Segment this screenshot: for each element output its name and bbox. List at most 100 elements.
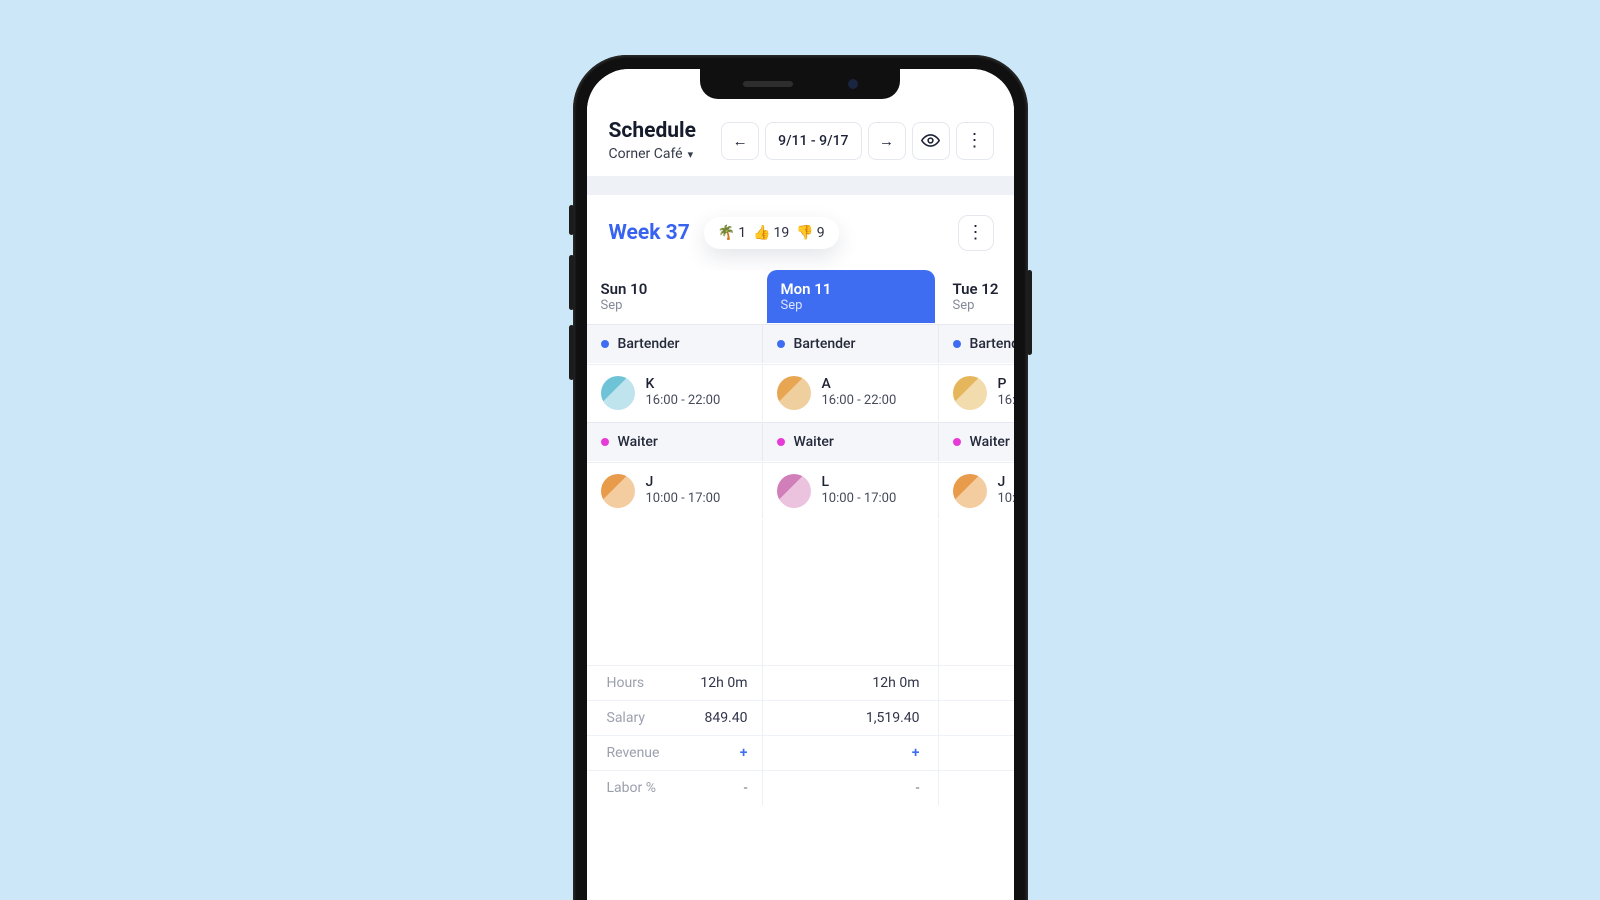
shift-cell[interactable]: J10:0 bbox=[939, 462, 1014, 519]
employee-initial: J bbox=[646, 474, 721, 491]
role-label: Waiter bbox=[794, 434, 834, 450]
days-header: Sun 10 Sep Mon 11 Sep Tue 12 Sep bbox=[587, 269, 1014, 323]
divider-strip bbox=[587, 177, 1014, 195]
day-tab-tue[interactable]: Tue 12 Sep bbox=[939, 270, 1014, 323]
role-dot-icon bbox=[777, 340, 785, 348]
avatar bbox=[777, 474, 811, 508]
week-more-button[interactable] bbox=[958, 215, 994, 251]
approved-count: 19 bbox=[774, 225, 790, 241]
role-cell: Waiter bbox=[587, 422, 763, 461]
next-week-button[interactable]: → bbox=[868, 122, 906, 160]
employee-initial: P bbox=[998, 376, 1014, 393]
palm-icon: 🌴 bbox=[718, 225, 735, 241]
shift-time: 10:0 bbox=[998, 491, 1014, 508]
day-tab-mon[interactable]: Mon 11 Sep bbox=[767, 270, 935, 323]
summary-value bbox=[939, 770, 1014, 805]
add-revenue-button[interactable]: + bbox=[763, 735, 939, 770]
shift-cell[interactable]: K16:00 - 22:00 bbox=[587, 364, 763, 421]
day-sub: Sep bbox=[781, 298, 921, 313]
role-label: Bartend bbox=[970, 336, 1014, 352]
date-range-label: 9/11 - 9/17 bbox=[778, 133, 848, 149]
role-row-waiter: Waiter Waiter Waiter bbox=[587, 421, 1014, 461]
title-block: Schedule Corner Café ▾ bbox=[609, 119, 696, 162]
header-actions: ← 9/11 - 9/17 → bbox=[721, 122, 993, 160]
role-cell: Waiter bbox=[763, 422, 939, 461]
role-row-bartender: Bartender Bartender Bartend bbox=[587, 323, 1014, 363]
summary-salary-row: Salary 849.40 1,519.40 bbox=[587, 700, 1014, 735]
role-label: Waiter bbox=[970, 434, 1010, 450]
day-sub: Sep bbox=[953, 298, 1014, 313]
location-name: Corner Café bbox=[609, 146, 683, 162]
avatar bbox=[953, 376, 987, 410]
summary-hours-row: Hours 12h 0m 12h 0m bbox=[587, 665, 1014, 700]
day-main: Sun 10 bbox=[601, 280, 749, 298]
prev-week-button[interactable]: ← bbox=[721, 122, 759, 160]
vacation-count: 1 bbox=[738, 225, 746, 241]
shift-time: 10:00 - 17:00 bbox=[646, 491, 721, 508]
summary-label: Revenue bbox=[587, 735, 682, 770]
role-dot-icon bbox=[601, 438, 609, 446]
summary-value: 12h 0m bbox=[682, 665, 763, 700]
role-dot-icon bbox=[601, 340, 609, 348]
shift-time: 16:0 bbox=[998, 393, 1014, 410]
summary-label: Hours bbox=[587, 665, 682, 700]
header-more-button[interactable] bbox=[956, 122, 994, 160]
role-dot-icon bbox=[953, 438, 961, 446]
week-row: Week 37 🌴1 👍19 👎9 bbox=[587, 195, 1014, 269]
week-label: Week 37 bbox=[609, 221, 690, 245]
employee-initial: L bbox=[822, 474, 897, 491]
shift-time: 10:00 - 17:00 bbox=[822, 491, 897, 508]
role-cell: Waiter bbox=[939, 422, 1014, 461]
week-stats-chip[interactable]: 🌴1 👍19 👎9 bbox=[704, 217, 839, 249]
role-label: Bartender bbox=[794, 336, 856, 352]
shift-cell[interactable]: J10:00 - 17:00 bbox=[587, 462, 763, 519]
shift-cell[interactable]: L10:00 - 17:00 bbox=[763, 462, 939, 519]
add-revenue-button[interactable]: + bbox=[682, 735, 763, 770]
shift-cell[interactable]: A16:00 - 22:00 bbox=[763, 364, 939, 421]
phone-frame: Schedule Corner Café ▾ ← 9/11 - 9/17 → bbox=[573, 55, 1028, 900]
day-main: Tue 12 bbox=[953, 280, 1014, 298]
shift-time: 16:00 - 22:00 bbox=[822, 393, 897, 410]
avatar bbox=[953, 474, 987, 508]
summary-value: - bbox=[682, 770, 763, 805]
summary-label: Salary bbox=[587, 700, 682, 735]
arrow-right-icon: → bbox=[879, 132, 894, 150]
avatar bbox=[777, 376, 811, 410]
page-title: Schedule bbox=[609, 119, 696, 143]
summary-value: 849.40 bbox=[682, 700, 763, 735]
arrow-left-icon: ← bbox=[733, 132, 748, 150]
screen: Schedule Corner Café ▾ ← 9/11 - 9/17 → bbox=[587, 69, 1014, 900]
shift-row-waiter: J10:00 - 17:00 L10:00 - 17:00 J10:0 bbox=[587, 461, 1014, 519]
eye-icon bbox=[921, 131, 940, 150]
employee-initial: J bbox=[998, 474, 1014, 491]
summary-revenue-row: Revenue + + bbox=[587, 735, 1014, 770]
shift-cell[interactable]: P16:0 bbox=[939, 364, 1014, 421]
role-label: Bartender bbox=[618, 336, 680, 352]
empty-space bbox=[587, 519, 1014, 665]
summary-value: 1,519.40 bbox=[763, 700, 939, 735]
shift-time: 16:00 - 22:00 bbox=[646, 393, 721, 410]
summary-labor-row: Labor % - - bbox=[587, 770, 1014, 805]
visibility-button[interactable] bbox=[912, 122, 950, 160]
summary-value: 12h 0m bbox=[763, 665, 939, 700]
thumbs-up-icon: 👍 bbox=[753, 225, 770, 241]
phone-notch bbox=[700, 69, 900, 99]
summary-value bbox=[939, 700, 1014, 735]
day-tab-sun[interactable]: Sun 10 Sep bbox=[587, 270, 763, 323]
role-cell: Bartend bbox=[939, 324, 1014, 363]
role-dot-icon bbox=[777, 438, 785, 446]
day-sub: Sep bbox=[601, 298, 749, 313]
summary-value bbox=[939, 665, 1014, 700]
date-range-button[interactable]: 9/11 - 9/17 bbox=[765, 122, 861, 160]
role-cell: Bartender bbox=[763, 324, 939, 363]
summary-label: Labor % bbox=[587, 770, 682, 805]
location-selector[interactable]: Corner Café ▾ bbox=[609, 146, 696, 162]
role-dot-icon bbox=[953, 340, 961, 348]
role-cell: Bartender bbox=[587, 324, 763, 363]
employee-initial: K bbox=[646, 376, 721, 393]
shift-row-bartender: K16:00 - 22:00 A16:00 - 22:00 P16:0 bbox=[587, 363, 1014, 421]
summary-value: - bbox=[763, 770, 939, 805]
day-main: Mon 11 bbox=[781, 280, 921, 298]
chevron-down-icon: ▾ bbox=[688, 148, 694, 161]
thumbs-down-icon: 👎 bbox=[796, 225, 813, 241]
